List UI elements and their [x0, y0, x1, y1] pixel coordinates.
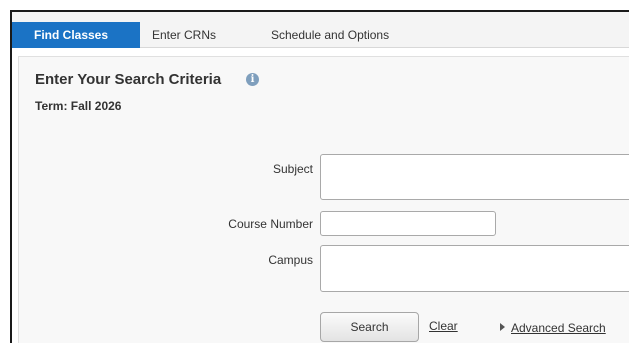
caret-right-icon [500, 322, 505, 331]
advanced-search-link[interactable]: Advanced Search [500, 319, 606, 337]
app-window: Find Classes Enter CRNs Schedule and Opt… [10, 10, 629, 343]
subject-field[interactable] [320, 154, 629, 200]
search-criteria-panel: Enter Your Search Criteria i Term: Fall … [18, 56, 629, 343]
info-icon[interactable]: i [246, 73, 259, 86]
tab-bar: Find Classes Enter CRNs Schedule and Opt… [12, 12, 629, 48]
tab-find-classes[interactable]: Find Classes [12, 22, 140, 48]
advanced-search-label: Advanced Search [511, 321, 606, 335]
subject-label: Subject [272, 162, 313, 176]
tab-enter-crns[interactable]: Enter CRNs [140, 22, 244, 48]
search-button[interactable]: Search [320, 312, 419, 342]
clear-link[interactable]: Clear [429, 319, 458, 333]
tab-schedule-and-options[interactable]: Schedule and Options [259, 22, 429, 48]
campus-field[interactable] [320, 245, 629, 292]
course-number-input[interactable] [320, 211, 496, 236]
course-number-label: Course Number [228, 217, 313, 231]
term-label: Term: Fall 2026 [35, 99, 122, 113]
campus-label: Campus [268, 253, 313, 267]
page-title: Enter Your Search Criteria [35, 71, 222, 88]
